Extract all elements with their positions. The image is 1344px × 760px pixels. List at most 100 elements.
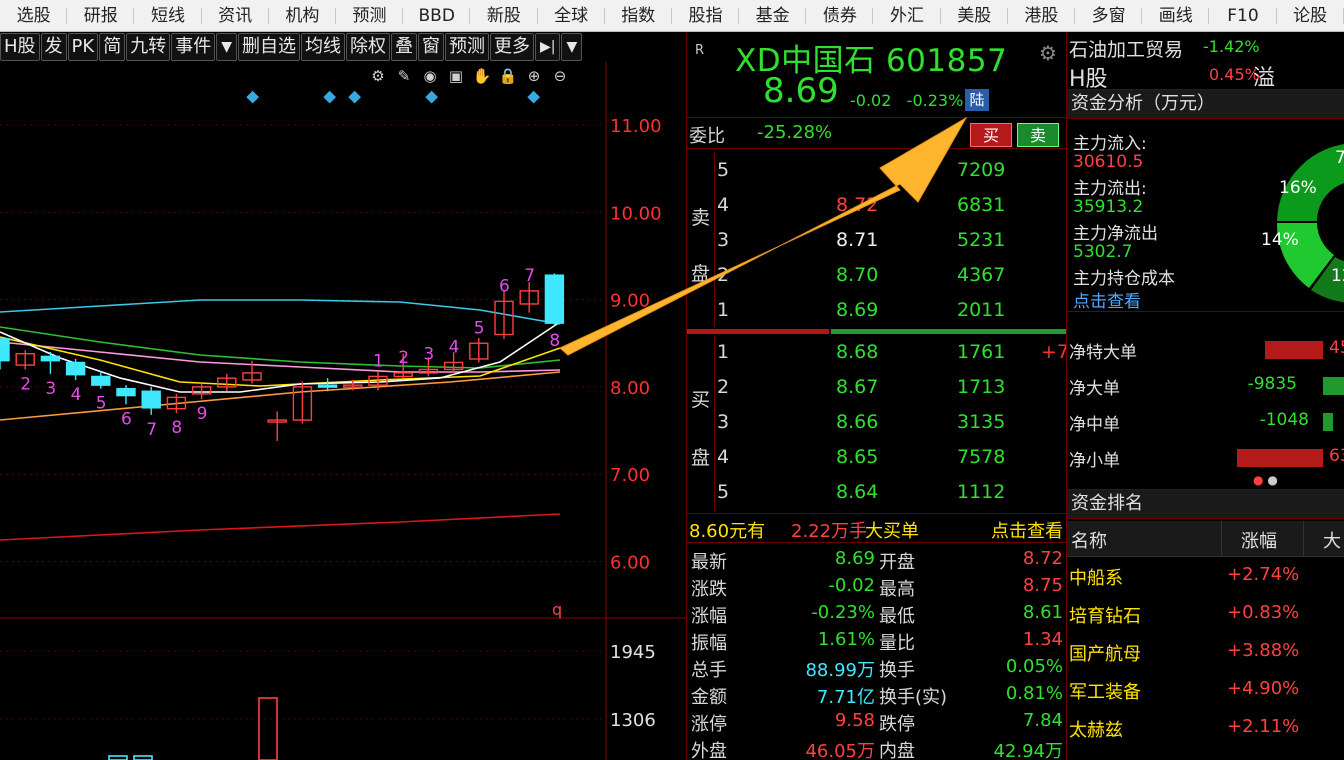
nav-item-12[interactable]: 债券 <box>806 0 874 32</box>
gear-icon[interactable]: ⚙ <box>368 66 388 86</box>
nav-item-14[interactable]: 美股 <box>941 0 1009 32</box>
eye-icon[interactable]: ◉ <box>420 66 440 86</box>
nav-item-17[interactable]: 画线 <box>1142 0 1210 32</box>
nav-item-19[interactable]: 论股 <box>1277 0 1344 32</box>
cost-label: 主力持仓成本 <box>1073 269 1175 289</box>
big-order-link[interactable]: 点击查看 <box>991 517 1063 543</box>
sector-name[interactable]: 石油加工贸易 <box>1069 35 1183 62</box>
cost-link[interactable]: 点击查看 <box>1073 287 1141 312</box>
td-count-label: 2 <box>20 374 31 394</box>
pencil-icon[interactable]: ✎ <box>394 66 414 86</box>
toolbar-button-6[interactable]: ▼ <box>216 33 237 61</box>
moving-average-line <box>0 513 561 541</box>
event-marker-icon <box>348 90 362 104</box>
flow-value: -9835 <box>1247 374 1297 394</box>
bid-row[interactable]: 1 8.68 1761 +7 <box>717 335 1069 370</box>
nav-item-4[interactable]: 机构 <box>269 0 337 32</box>
weibi-value: -25.28% <box>757 122 833 143</box>
nav-item-3[interactable]: 资讯 <box>202 0 269 32</box>
nav-item-15[interactable]: 港股 <box>1008 0 1076 32</box>
nav-item-7[interactable]: 新股 <box>470 0 538 32</box>
rank-col-big[interactable]: 大 <box>1323 527 1341 553</box>
zoom-in-icon[interactable]: ⊕ <box>524 66 544 86</box>
flow-row[interactable]: 净特大单 45 <box>1067 332 1344 368</box>
toolbar-button-4[interactable]: 九转 <box>126 33 171 61</box>
bid-level: 1 <box>717 341 730 363</box>
toolbar-button-2[interactable]: PK <box>67 33 99 61</box>
td-count-label: 8 <box>171 418 182 438</box>
volume-bar <box>133 755 153 760</box>
nav-item-0[interactable]: 选股 <box>0 0 68 32</box>
toolbar-button-3[interactable]: 简 <box>99 33 126 61</box>
flow-bar <box>1237 449 1323 467</box>
change-percent: -0.23% <box>906 91 964 110</box>
nav-item-9[interactable]: 指数 <box>605 0 673 32</box>
toolbar-button-0[interactable]: H股 <box>0 33 40 61</box>
event-marker-icon <box>425 90 439 104</box>
ask-row[interactable]: 4 8.72 6831 <box>717 188 1067 223</box>
rank-col-name[interactable]: 名称 <box>1071 527 1107 553</box>
nav-item-18[interactable]: F10 <box>1209 0 1277 32</box>
rank-row[interactable]: 国产航母 +3.88% <box>1067 633 1344 671</box>
toolbar-button-12[interactable]: 预测 <box>445 33 489 61</box>
buy-button[interactable]: 买 <box>970 123 1012 147</box>
nav-item-10[interactable]: 股指 <box>672 0 740 32</box>
flow-row[interactable]: 净大单 -9835 <box>1067 368 1344 404</box>
stat-label: 最低 <box>879 606 915 627</box>
bid-row[interactable]: 3 8.66 3135 <box>717 405 1067 440</box>
toolbar-button-10[interactable]: 叠 <box>391 33 417 61</box>
rank-row[interactable]: 中船系 +2.74% <box>1067 557 1344 595</box>
nav-item-16[interactable]: 多窗 <box>1075 0 1143 32</box>
rank-change: +4.90% <box>1227 678 1300 699</box>
nav-item-11[interactable]: 基金 <box>739 0 807 32</box>
page-dots[interactable]: ● ● <box>1253 473 1278 487</box>
stat-label: 最新 <box>691 552 727 573</box>
stat-value: 0.81% <box>1005 683 1063 704</box>
toolbar-button-8[interactable]: 均线 <box>301 33 345 61</box>
ask-row[interactable]: 2 8.70 4367 <box>717 258 1067 293</box>
lock-icon[interactable]: 🔒 <box>498 66 518 86</box>
candle-body <box>0 338 10 362</box>
rank-row[interactable]: 太赫兹 +2.11% <box>1067 709 1344 747</box>
toolbar-button-9[interactable]: 除权 <box>346 33 390 61</box>
kline-chart[interactable]: 11.00 10.00 9.00 8.00 7.00 6.00 1945 1306 2 3 4 5 6 7… <box>0 62 686 760</box>
bid-row[interactable]: 4 8.65 7578 <box>717 440 1067 475</box>
bid-row[interactable]: 5 8.64 1112 <box>717 475 1067 510</box>
bid-row[interactable]: 2 8.67 1713 <box>717 370 1067 405</box>
nav-item-5[interactable]: 预测 <box>336 0 404 32</box>
ask-row[interactable]: 5 7209 <box>717 153 1067 188</box>
rank-name: 中船系 <box>1069 568 1123 589</box>
toolbar-button-15[interactable]: ▼ <box>561 33 583 61</box>
nav-item-1[interactable]: 研报 <box>67 0 135 32</box>
rank-row[interactable]: 军工装备 +4.90% <box>1067 671 1344 709</box>
toolbar-button-1[interactable]: 发 <box>40 33 67 61</box>
flow-row[interactable]: 净小单 63 <box>1067 440 1344 476</box>
toolbar-button-5[interactable]: 事件 <box>171 33 216 61</box>
hand-icon[interactable]: ✋ <box>472 66 492 86</box>
nav-item-2[interactable]: 短线 <box>134 0 202 32</box>
stat-row: 总手 88.99万 换手 0.05% <box>687 655 1067 682</box>
zoom-out-icon[interactable]: ⊖ <box>550 66 570 86</box>
flow-row[interactable]: 净中单 -1048 <box>1067 404 1344 440</box>
lu-badge[interactable]: 陆 <box>965 89 989 111</box>
rank-row[interactable]: 培育钻石 +0.83% <box>1067 595 1344 633</box>
buy-side-column: 买 盘 <box>687 335 715 511</box>
gear-icon[interactable]: ⚙ <box>1039 41 1057 65</box>
nav-item-6[interactable]: BBD <box>403 0 471 32</box>
td-count-label: 7 <box>146 420 157 440</box>
sell-button[interactable]: 卖 <box>1017 123 1059 147</box>
rank-col-change[interactable]: 涨幅 <box>1241 527 1277 553</box>
toolbar-button-14[interactable]: ▶| <box>535 33 561 61</box>
toolbar-button-13[interactable]: 更多 <box>490 33 534 61</box>
toolbar-button-11[interactable]: 窗 <box>418 33 444 61</box>
bag-icon[interactable]: ▣ <box>446 66 466 86</box>
ask-row[interactable]: 1 8.69 2011 <box>717 293 1067 328</box>
bid-volume: 1112 <box>957 481 1006 503</box>
nav-item-13[interactable]: 外汇 <box>873 0 941 32</box>
nav-item-8[interactable]: 全球 <box>538 0 605 32</box>
bid-volume: 1761 <box>957 341 1006 363</box>
ask-row[interactable]: 3 8.71 5231 <box>717 223 1067 258</box>
sell-side-char-2: 盘 <box>691 263 711 285</box>
toolbar-button-7[interactable]: 删自选 <box>238 33 300 61</box>
bid-volume: 1713 <box>957 376 1006 398</box>
